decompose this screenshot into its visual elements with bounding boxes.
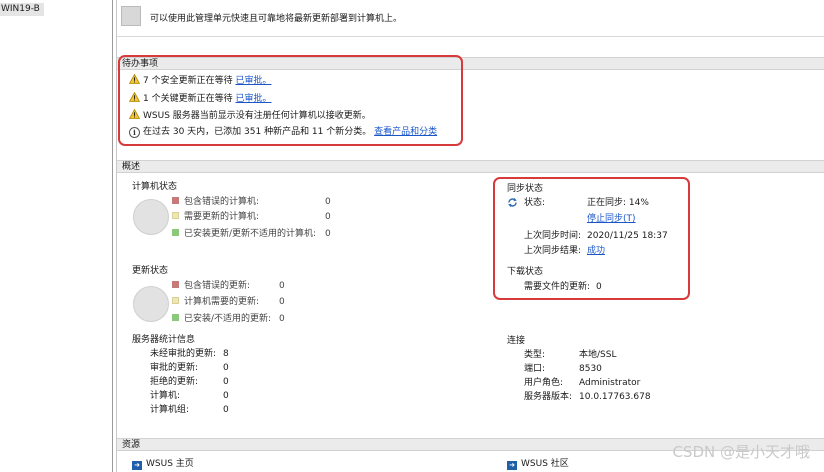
stat-value: 0 [223,363,229,373]
installed-swatch [172,229,179,236]
legend-item: 计算机需要的更新: [172,296,259,308]
connection-value: 8530 [579,364,602,374]
arrow-right-icon: ➜ [507,461,517,470]
stat-label: 拒绝的更新: [150,377,199,387]
stat-value: 0 [223,405,229,415]
connection-label: 类型: [524,350,546,360]
arrow-right-icon: ➜ [132,461,142,470]
needed-swatch [172,297,179,304]
legend-label: 需要更新的计算机: [184,212,260,222]
legend-item: 包含错误的计算机: [172,196,259,208]
legend-item: 包含错误的更新: [172,280,250,292]
content-pane: 可以使用此管理单元快速且可靠地将最新更新部署到计算机上。 待办事项 7 个安全更… [117,0,824,472]
legend-label: 包含错误的计算机: [184,197,260,207]
server-stats-title: 服务器统计信息 [132,335,196,345]
legend-label: 已安装更新/更新不适用的计算机: [184,229,317,239]
legend-item: 已安装/不适用的更新: [172,313,271,325]
stat-label: 未经审批的更新: [150,349,217,359]
connection-title: 连接 [507,336,526,346]
legend-value: 0 [279,297,285,307]
resource-link-item: ➜ WSUS 主页 [132,458,194,470]
legend-value: 0 [279,314,285,324]
legend-label: 计算机需要的更新: [184,297,260,307]
stat-value: 8 [223,349,229,359]
needed-swatch [172,212,179,219]
divider [117,36,824,37]
navigation-tree: WIN19-B [0,0,112,472]
legend-value: 0 [325,212,331,222]
update-status-title: 更新状态 [132,266,169,276]
pane-splitter[interactable] [112,0,113,472]
watermark-text: CSDN @是小天才哦 [672,443,810,461]
legend-label: 包含错误的更新: [184,281,251,291]
legend-item: 已安装更新/更新不适用的计算机: [172,228,316,240]
overview-header: 概述 [117,160,824,173]
connection-label: 服务器版本: [524,392,573,402]
error-swatch [172,281,179,288]
computer-status-title: 计算机状态 [132,182,178,192]
connection-value: 本地/SSL [579,350,617,360]
legend-value: 0 [325,229,331,239]
stat-label: 审批的更新: [150,363,199,373]
stat-label: 计算机: [150,391,181,401]
legend-label: 已安装/不适用的更新: [184,314,272,324]
wsus-logo-icon [121,6,141,26]
resource-link-item: ➜ WSUS 社区 [507,458,569,470]
highlight-box-sync [493,177,690,300]
connection-value: Administrator [579,378,641,388]
connection-label: 用户角色: [524,378,564,388]
tree-node-server[interactable]: WIN19-B [0,3,44,16]
update-status-pie [133,286,169,322]
intro-text: 可以使用此管理单元快速且可靠地将最新更新部署到计算机上。 [150,14,403,24]
connection-value: 10.0.17763.678 [579,392,651,402]
connection-label: 端口: [524,364,546,374]
stat-value: 0 [223,377,229,387]
wsus-home-link[interactable]: WSUS 主页 [146,459,194,469]
highlight-box-todo [118,55,463,146]
error-swatch [172,197,179,204]
stat-label: 计算机组: [150,405,190,415]
legend-value: 0 [279,281,285,291]
computer-status-pie [133,199,169,235]
stat-value: 0 [223,391,229,401]
legend-value: 0 [325,197,331,207]
wsus-community-link[interactable]: WSUS 社区 [521,459,569,469]
installed-swatch [172,314,179,321]
legend-item: 需要更新的计算机: [172,211,259,223]
